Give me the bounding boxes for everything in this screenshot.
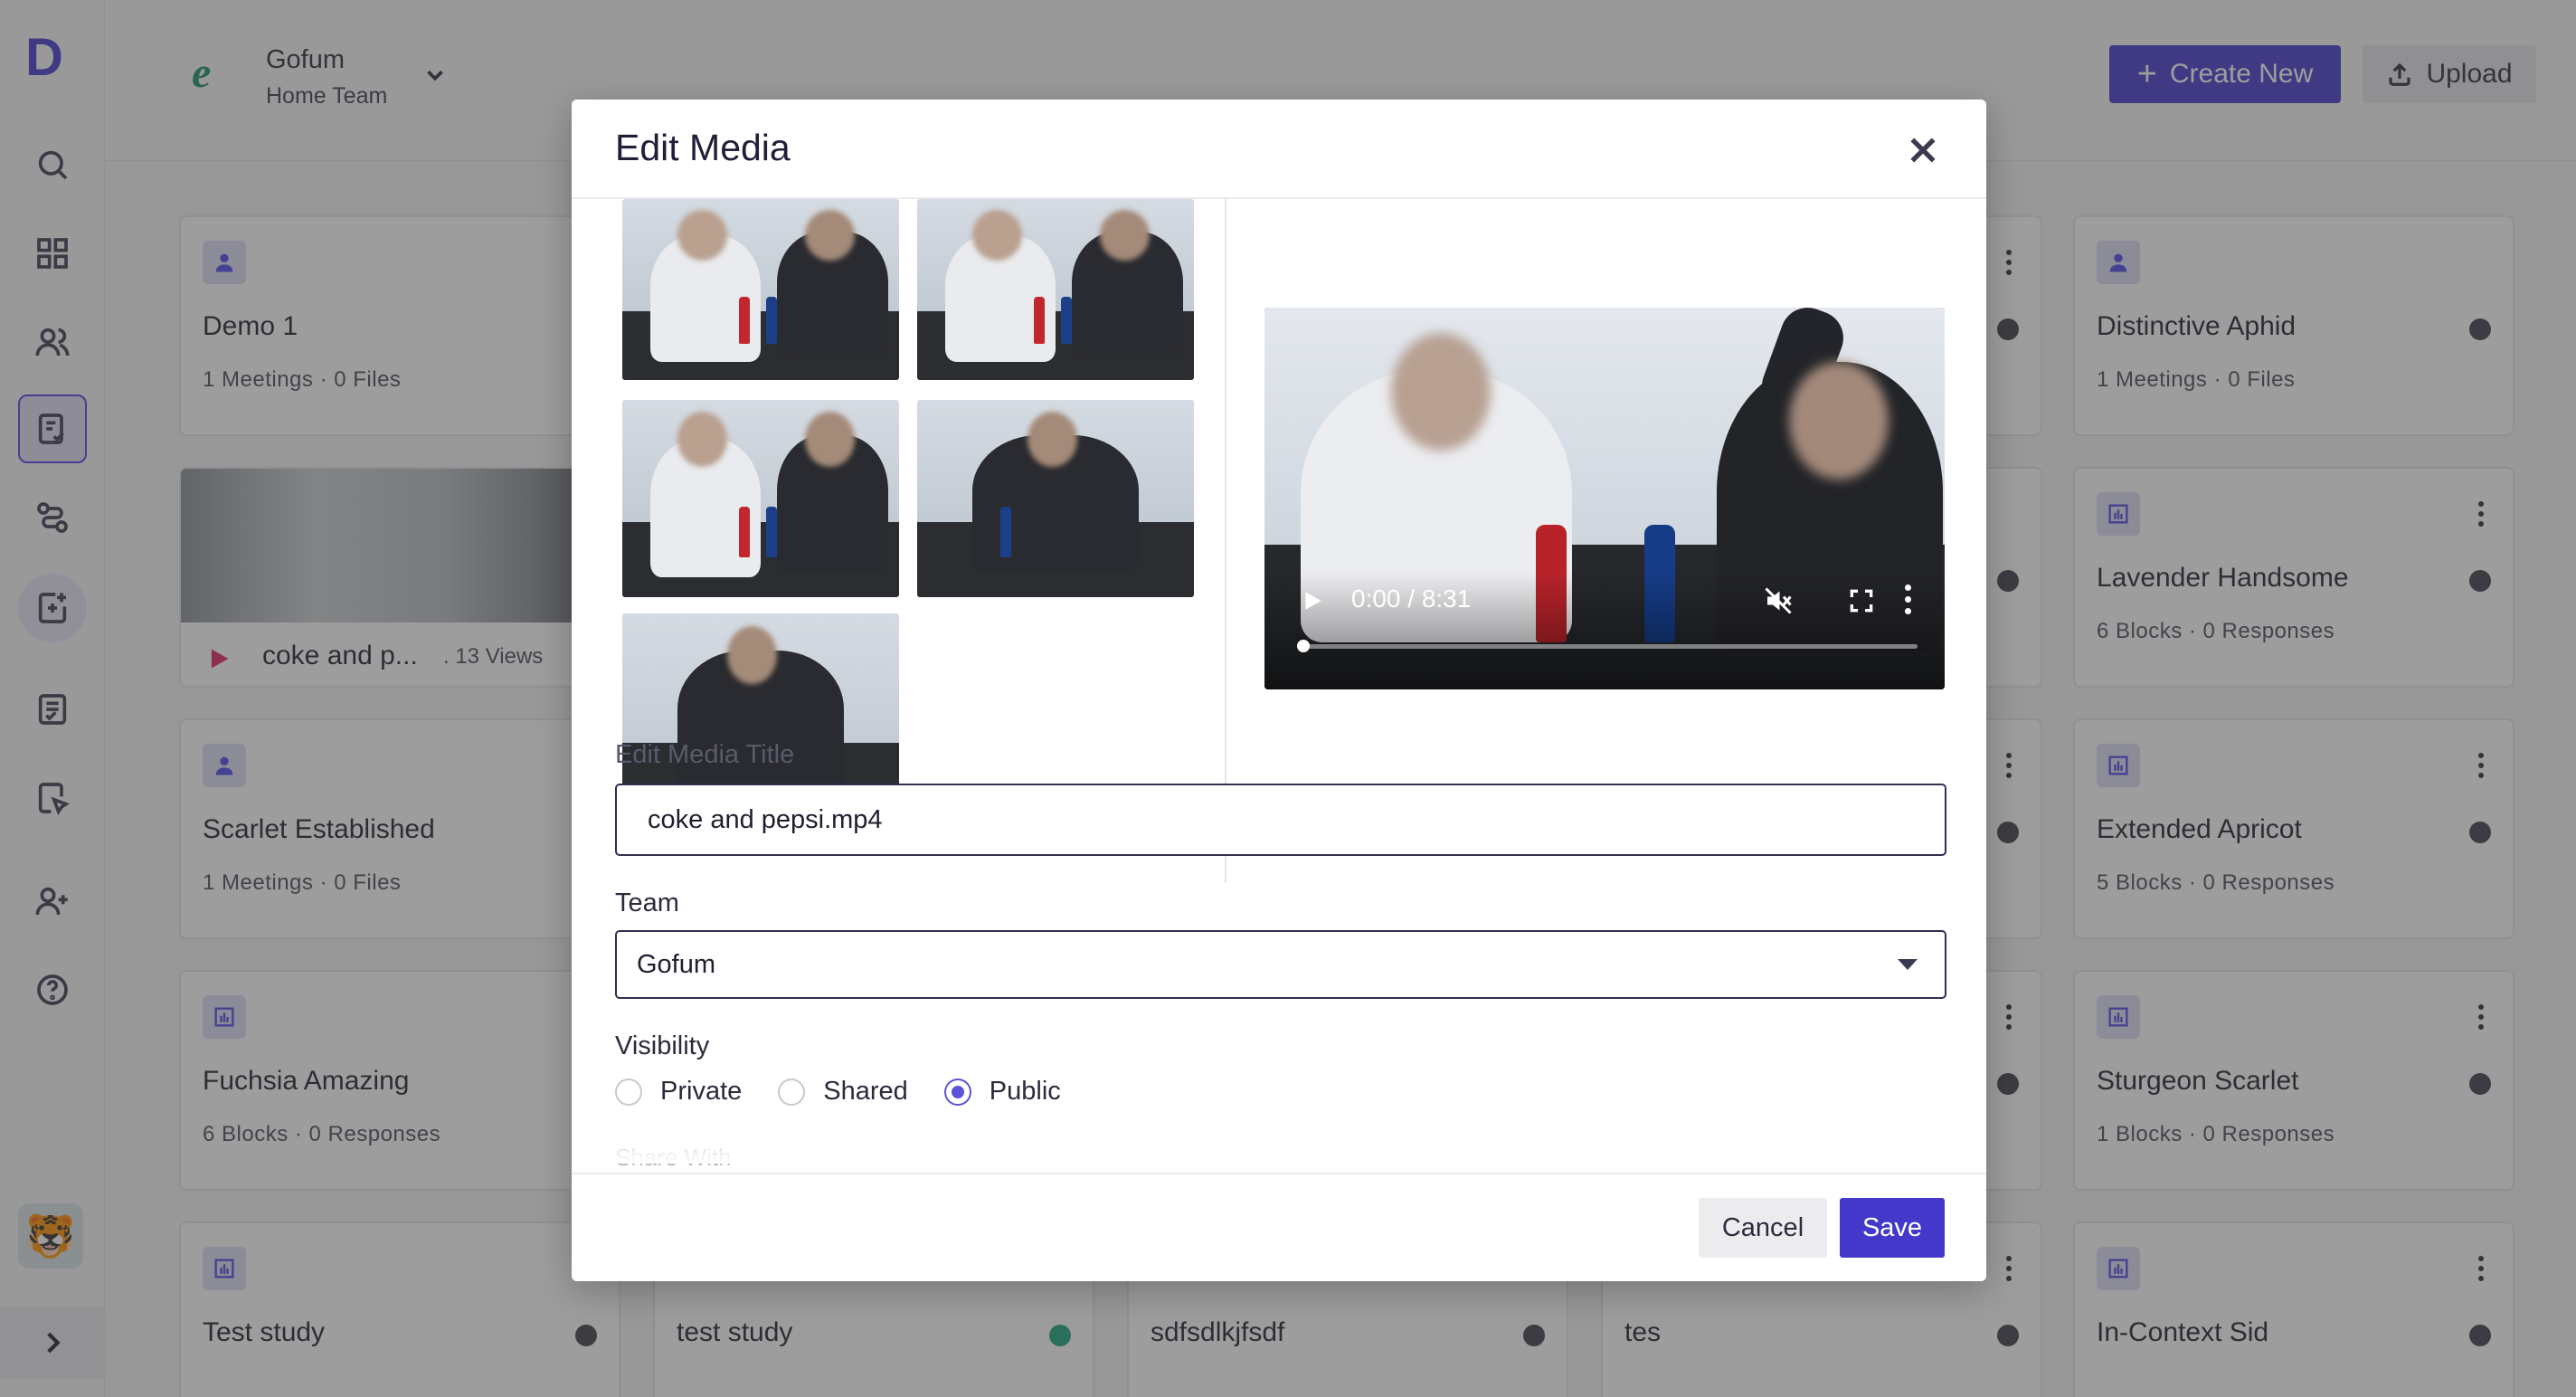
- visibility-shared-radio[interactable]: Shared: [778, 1077, 908, 1107]
- visibility-public-radio[interactable]: Public: [943, 1077, 1061, 1107]
- thumbnail-option[interactable]: [917, 400, 1194, 597]
- media-title-input[interactable]: [615, 784, 1946, 856]
- radio-circle: [778, 1078, 806, 1106]
- dialog-footer: Cancel Save: [572, 1173, 1986, 1281]
- visibility-label: Visibility: [615, 1031, 710, 1060]
- dialog-title: Edit Media: [615, 127, 791, 168]
- play-icon[interactable]: [1301, 588, 1324, 613]
- save-button[interactable]: Save: [1840, 1198, 1945, 1258]
- radio-circle: [615, 1078, 642, 1106]
- team-label: Team: [615, 889, 679, 917]
- visibility-private-radio[interactable]: Private: [615, 1077, 742, 1107]
- media-title-label: Edit Media Title: [615, 740, 795, 769]
- video-progress-track[interactable]: [1297, 644, 1918, 649]
- close-icon[interactable]: [1905, 132, 1941, 168]
- radio-circle-selected: [943, 1078, 971, 1106]
- mute-icon[interactable]: [1762, 584, 1795, 617]
- cancel-button[interactable]: Cancel: [1699, 1198, 1827, 1258]
- scroll-fade: [572, 1122, 1986, 1164]
- radio-label: Shared: [823, 1077, 908, 1106]
- dialog-header: Edit Media: [572, 100, 1986, 199]
- thumbnail-option[interactable]: [917, 199, 1194, 380]
- dropdown-caret-icon: [1898, 959, 1918, 970]
- thumbnail-option[interactable]: [622, 400, 899, 597]
- video-more-options-icon[interactable]: [1905, 584, 1914, 617]
- thumbnail-option[interactable]: [622, 199, 899, 380]
- thumbnail-grid: [572, 199, 1225, 883]
- visibility-radio-group: Private Shared Public: [615, 1077, 1097, 1107]
- video-progress-handle[interactable]: [1297, 640, 1310, 652]
- fullscreen-icon[interactable]: [1847, 586, 1876, 615]
- radio-label: Public: [989, 1077, 1061, 1106]
- radio-label: Private: [660, 1077, 743, 1106]
- edit-media-dialog: Edit Media 0:00 / 8:31 Edit Media Title …: [572, 100, 1986, 1281]
- video-player[interactable]: 0:00 / 8:31: [1264, 308, 1945, 689]
- team-select[interactable]: Gofum: [615, 930, 1946, 999]
- team-select-value: Gofum: [637, 949, 716, 979]
- panel-divider: [1225, 199, 1226, 883]
- video-time: 0:00 / 8:31: [1351, 584, 1472, 613]
